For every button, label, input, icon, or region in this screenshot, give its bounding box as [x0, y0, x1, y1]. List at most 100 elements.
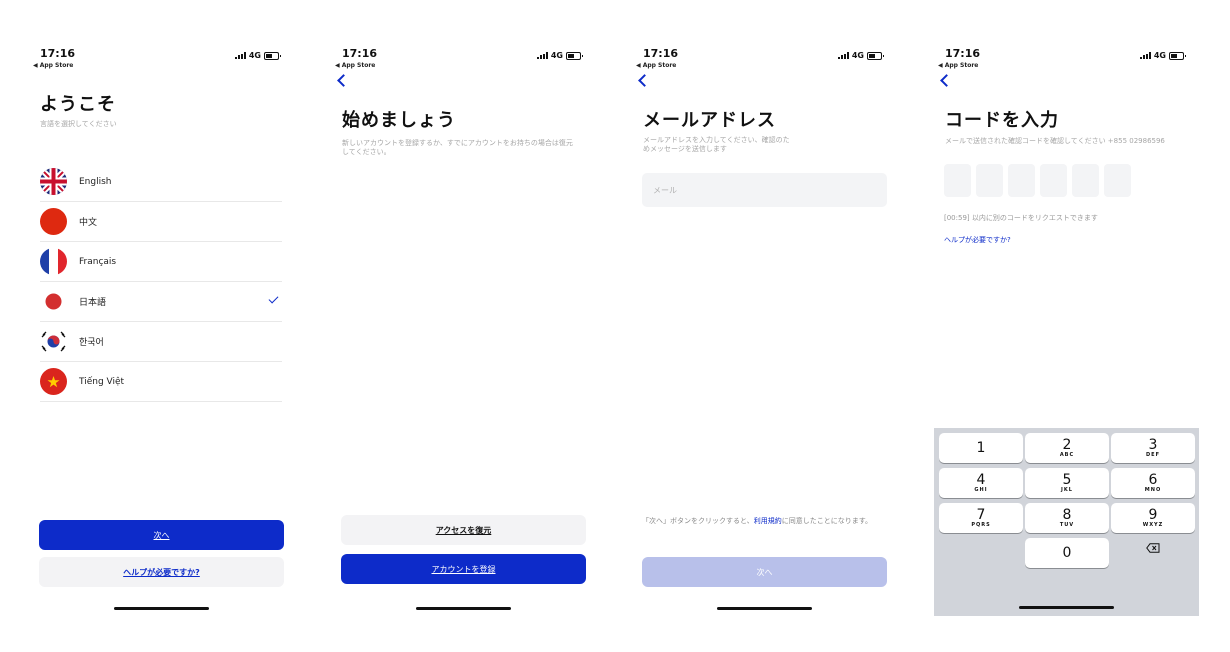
- restore-access-button[interactable]: アクセスを復元: [341, 515, 586, 545]
- key-3[interactable]: 3 DEF: [1111, 433, 1195, 463]
- signal-icon: [536, 52, 548, 59]
- language-item-french[interactable]: Français: [40, 242, 282, 282]
- battery-icon: [264, 51, 281, 60]
- language-list: English 中文 Français 日本語 한국어 Tiếng Việt: [40, 162, 282, 402]
- home-indicator: [1019, 606, 1114, 609]
- key-letters: MNO: [1144, 487, 1162, 493]
- language-label: 한국어: [79, 338, 104, 348]
- page-subtitle: 新しいアカウントを登録するか、すでにアカウントをお持ちの場合は復元してください。: [342, 139, 573, 156]
- next-button[interactable]: 次へ: [39, 520, 284, 550]
- battery-icon: [867, 51, 884, 60]
- terms-text: 「次へ」ボタンをクリックすると、: [642, 517, 754, 525]
- code-digit-box[interactable]: [944, 164, 971, 197]
- check-icon: [268, 293, 279, 304]
- network-type: 4G: [248, 51, 261, 60]
- language-label: Tiếng Việt: [79, 376, 125, 387]
- key-letters: ABC: [1059, 452, 1075, 458]
- key-letters: PQRS: [971, 522, 991, 528]
- key-letters: TUV: [1059, 522, 1075, 528]
- get-started-screen: 17:16 ◀ App Store 4G 始めましょう 新しいアカウントを登録す…: [329, 40, 591, 620]
- back-to-app-store-link[interactable]: ◀ App Store: [33, 62, 73, 69]
- page-title: メールアドレス: [643, 110, 776, 131]
- numeric-keypad: 1 2 ABC 3 DEF 4 GHI 5 JKL 6 MNO 7 PQRS 8 TUV 9W…: [934, 428, 1199, 616]
- key-number: 0: [1062, 545, 1072, 561]
- code-input-group: [944, 164, 1131, 197]
- page-subtitle: メールアドレスを入力してください、確認のためメッセージを送信します: [643, 136, 790, 153]
- key-9[interactable]: 9 WXYZ: [1111, 503, 1195, 533]
- signal-icon: [1139, 52, 1151, 59]
- language-item-chinese[interactable]: 中文: [40, 202, 282, 242]
- status-time: 17:16: [40, 47, 76, 60]
- terms-link[interactable]: 利用規約: [754, 517, 782, 525]
- key-letters: JKL: [1061, 487, 1073, 493]
- key-number: 6: [1148, 472, 1158, 488]
- register-account-button[interactable]: アカウントを登録: [341, 554, 586, 584]
- vietnam-flag-icon: [40, 368, 67, 395]
- network-type: 4G: [1153, 51, 1166, 60]
- language-label: 中文: [79, 218, 98, 228]
- help-button[interactable]: ヘルプが必要ですか?: [39, 557, 284, 587]
- language-item-english[interactable]: English: [40, 162, 282, 202]
- status-time: 17:16: [643, 47, 679, 60]
- back-chevron-icon[interactable]: [638, 74, 651, 87]
- france-flag-icon: [40, 248, 67, 275]
- help-link[interactable]: ヘルプが必要ですか?: [944, 235, 1011, 245]
- language-label: English: [79, 176, 112, 187]
- code-digit-box[interactable]: [976, 164, 1003, 197]
- terms-notice: 「次へ」ボタンをクリックすると、利用規約に同意したことになります。: [642, 516, 882, 526]
- next-button[interactable]: 次へ: [642, 557, 887, 587]
- code-digit-box[interactable]: [1008, 164, 1035, 197]
- back-to-app-store-link[interactable]: ◀ App Store: [335, 62, 375, 69]
- key-number: 3: [1148, 437, 1158, 453]
- language-label: 日本語: [79, 298, 107, 308]
- back-chevron-icon[interactable]: [337, 74, 350, 87]
- email-field[interactable]: メール: [642, 173, 887, 207]
- battery-icon: [566, 51, 583, 60]
- status-indicators: 4G: [837, 51, 884, 60]
- key-number: 9: [1148, 507, 1158, 523]
- status-indicators: 4G: [536, 51, 583, 60]
- resend-countdown: [00:59] 以内に別のコードをリクエストできます: [944, 214, 1098, 222]
- key-0[interactable]: 0: [1025, 538, 1109, 568]
- page-title: 始めましょう: [342, 110, 456, 131]
- signal-icon: [837, 52, 849, 59]
- code-digit-box[interactable]: [1040, 164, 1067, 197]
- code-digit-box[interactable]: [1072, 164, 1099, 197]
- key-1[interactable]: 1: [939, 433, 1023, 463]
- delete-backspace-icon[interactable]: [1146, 543, 1160, 553]
- home-indicator: [717, 607, 812, 610]
- status-bar: 17:16 ◀ App Store 4G: [630, 46, 892, 76]
- page-title: コードを入力: [945, 110, 1059, 131]
- key-5[interactable]: 5 JKL: [1025, 468, 1109, 498]
- uk-flag-icon: [40, 168, 67, 195]
- key-7[interactable]: 7 PQRS: [939, 503, 1023, 533]
- back-chevron-icon[interactable]: [940, 74, 953, 87]
- home-indicator: [114, 607, 209, 610]
- home-indicator: [416, 607, 511, 610]
- page-subtitle: 言語を選択してください: [40, 120, 117, 128]
- key-number: 1: [976, 440, 986, 456]
- back-to-app-store-link[interactable]: ◀ App Store: [938, 62, 978, 69]
- battery-icon: [1169, 51, 1186, 60]
- code-entry-screen: 17:16 ◀ App Store 4G コードを入力 メールで送信された確認コ…: [932, 40, 1199, 620]
- key-number: 2: [1062, 437, 1072, 453]
- status-time: 17:16: [342, 47, 378, 60]
- email-screen: 17:16 ◀ App Store 4G メールアドレス メールアドレスを入力し…: [630, 40, 892, 620]
- key-2[interactable]: 2 ABC: [1025, 433, 1109, 463]
- terms-text-suffix: に同意したことになります。: [781, 517, 873, 525]
- key-8[interactable]: 8 TUV: [1025, 503, 1109, 533]
- language-item-korean[interactable]: 한국어: [40, 322, 282, 362]
- japan-flag-icon: [40, 288, 67, 315]
- key-4[interactable]: 4 GHI: [939, 468, 1023, 498]
- key-number: 7: [976, 507, 986, 523]
- key-number: 8: [1062, 507, 1072, 523]
- korea-flag-icon: [40, 328, 67, 355]
- language-item-vietnamese[interactable]: Tiếng Việt: [40, 362, 282, 402]
- key-number: 5: [1062, 472, 1072, 488]
- language-item-japanese[interactable]: 日本語: [40, 282, 282, 322]
- code-digit-box[interactable]: [1104, 164, 1131, 197]
- back-to-app-store-link[interactable]: ◀ App Store: [636, 62, 676, 69]
- status-indicators: 4G: [234, 51, 281, 60]
- key-6[interactable]: 6 MNO: [1111, 468, 1195, 498]
- status-time: 17:16: [945, 47, 981, 60]
